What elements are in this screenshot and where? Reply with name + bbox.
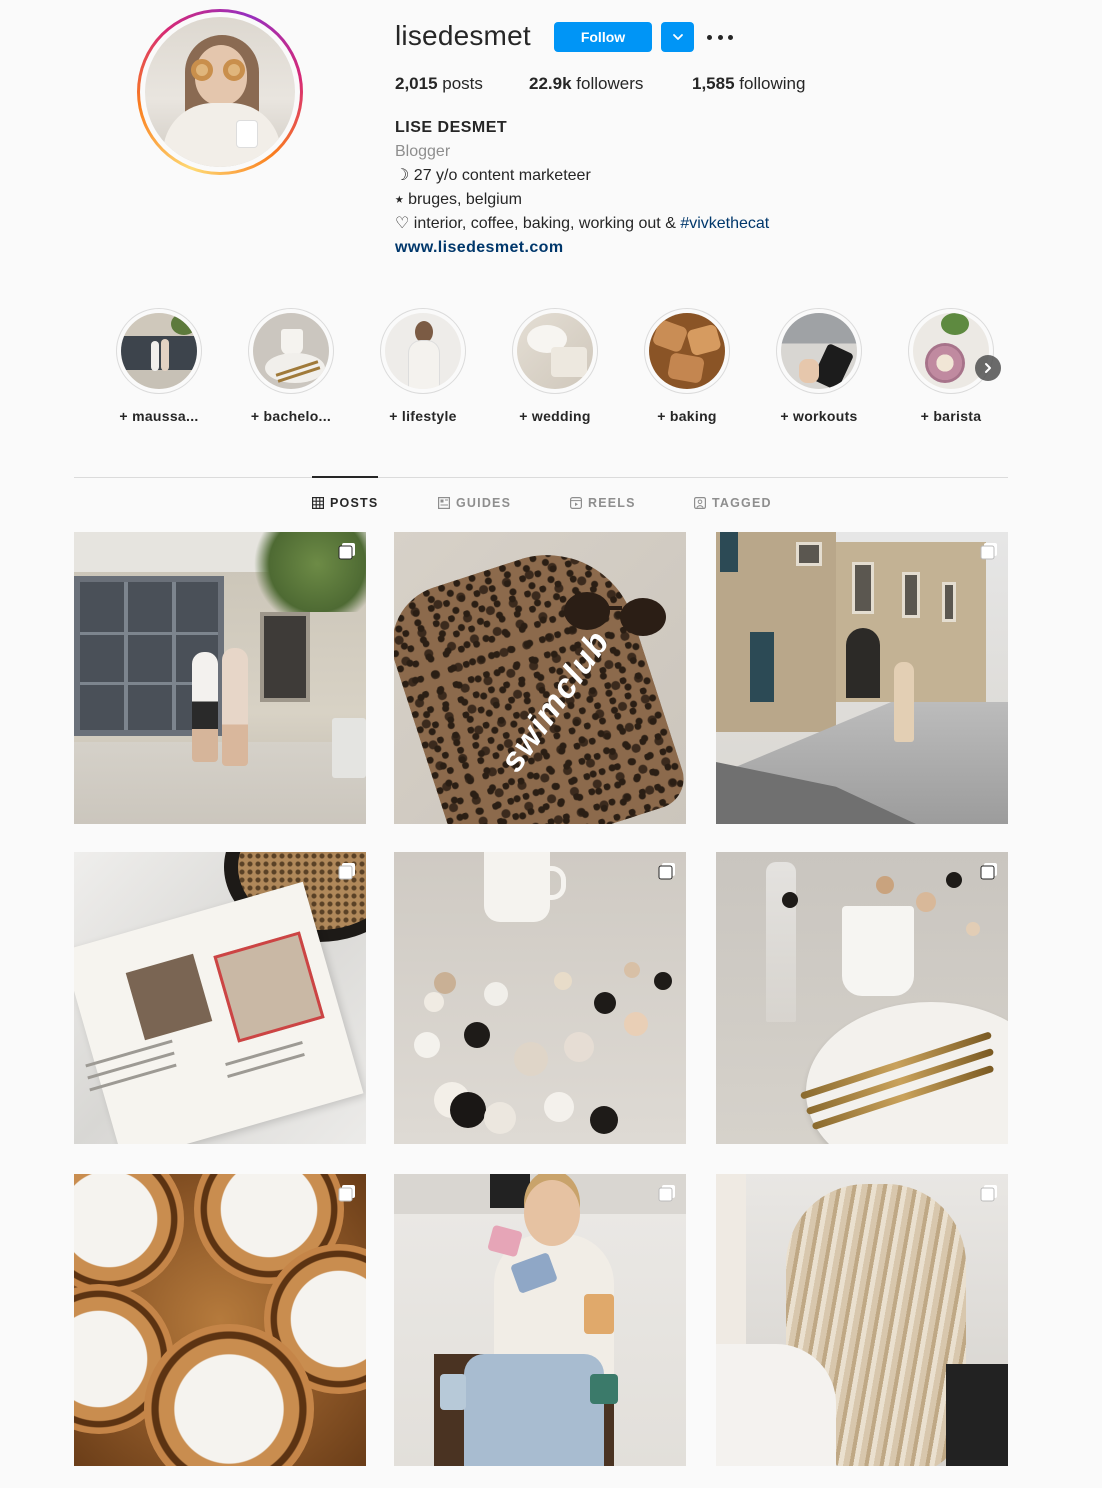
highlight-cover [121,313,197,389]
post-thumbnail[interactable] [716,852,1008,1144]
tabs-divider [74,477,1008,478]
profile-bio: LISE DESMET Blogger ☽ 27 y/o content mar… [395,116,955,260]
following-link[interactable]: 1,585 following [692,74,805,94]
profile-username: lisedesmet [395,20,531,51]
chevron-down-icon [672,34,683,40]
highlights-next-button[interactable] [975,355,1001,381]
hashtag-link[interactable]: #vivkethecat [680,215,769,232]
post-thumbnail[interactable] [716,532,1008,824]
tab-reels[interactable]: REELS [570,496,636,510]
more-dot-icon [728,34,733,40]
post-thumbnail[interactable] [394,1174,686,1466]
highlight-workouts[interactable]: + workouts [754,308,884,424]
avatar-photo [145,17,295,167]
post-thumbnail[interactable] [74,1174,366,1466]
more-dot-icon [717,34,723,40]
bio-line: ⭑ bruges, belgium [395,191,522,208]
tab-tagged[interactable]: TAGGED [694,496,772,510]
carousel-icon [338,543,355,560]
highlight-cover [517,313,593,389]
post-thumbnail[interactable] [394,852,686,1144]
carousel-icon [338,1185,355,1202]
carousel-icon [980,863,997,880]
follow-button[interactable]: Follow [554,22,652,52]
highlight-cover [913,313,989,389]
bio-line: ♡ interior, coffee, baking, working out … [395,215,770,232]
more-dot-icon [707,34,712,40]
carousel-icon [338,863,355,880]
post-thumbnail[interactable] [716,1174,1008,1466]
carousel-icon [980,1185,997,1202]
post-thumbnail[interactable]: swimclub [394,532,686,824]
profile-avatar[interactable] [137,9,303,175]
more-options-button[interactable] [707,26,733,48]
website-link[interactable]: www.lisedesmet.com [395,236,955,260]
carousel-icon [980,543,997,560]
post-thumbnail[interactable] [74,532,366,824]
tab-posts[interactable]: POSTS [312,496,378,510]
guides-icon [438,497,450,509]
active-tab-indicator [312,476,378,478]
carousel-icon [658,863,675,880]
post-thumbnail[interactable] [74,852,366,1144]
highlight-maussane[interactable]: + maussa... [94,308,224,424]
suggested-accounts-button[interactable] [661,22,694,52]
highlight-cover [253,313,329,389]
highlight-cover [385,313,461,389]
highlight-baking[interactable]: + baking [622,308,752,424]
tab-guides[interactable]: GUIDES [438,496,511,510]
reels-icon [570,497,582,509]
tagged-icon [694,497,706,509]
grid-icon [312,497,324,509]
highlight-bachelor[interactable]: + bachelo... [226,308,356,424]
carousel-icon [658,1185,675,1202]
highlight-lifestyle[interactable]: + lifestyle [358,308,488,424]
bio-line: ☽ 27 y/o content marketeer [395,167,591,184]
highlight-cover [649,313,725,389]
followers-link[interactable]: 22.9k followers [529,74,643,94]
chevron-right-icon [985,363,991,373]
category-label: Blogger [395,143,451,160]
highlight-cover [781,313,857,389]
full-name: LISE DESMET [395,119,508,136]
posts-count: 2,015 posts [395,74,483,93]
highlight-wedding[interactable]: + wedding [490,308,620,424]
